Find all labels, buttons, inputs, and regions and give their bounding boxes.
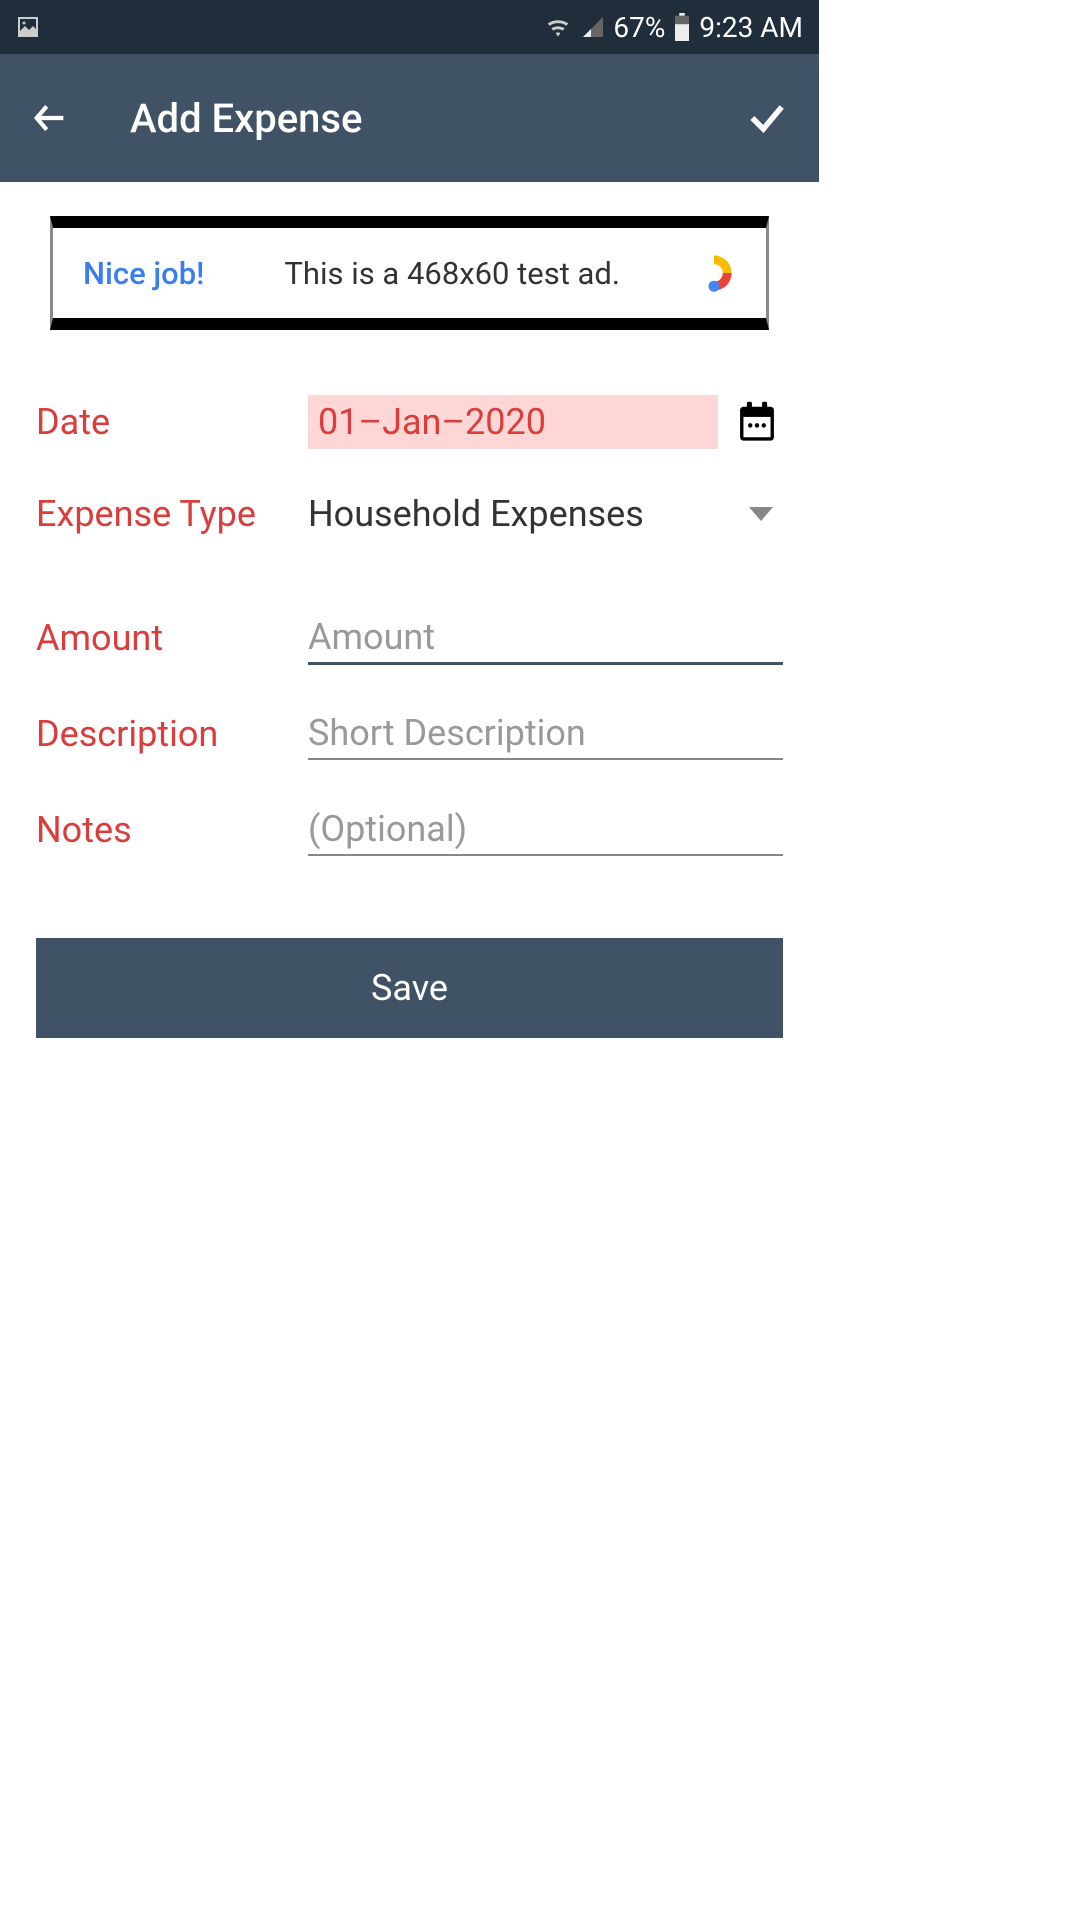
- page-title: Add Expense: [130, 95, 745, 142]
- calendar-icon[interactable]: [736, 400, 778, 444]
- status-left: [16, 15, 40, 39]
- description-input[interactable]: [308, 708, 783, 760]
- battery-icon: [673, 13, 691, 41]
- amount-row: Amount: [36, 606, 783, 670]
- confirm-checkmark-icon[interactable]: [745, 96, 789, 140]
- ad-banner[interactable]: Nice job! This is a 468x60 test ad.: [50, 216, 769, 330]
- gallery-icon: [16, 15, 40, 39]
- expense-type-value: Household Expenses: [308, 493, 749, 535]
- app-bar: Add Expense: [0, 54, 819, 182]
- wifi-icon: [543, 15, 573, 39]
- description-label: Description: [36, 713, 308, 755]
- battery-percent: 67%: [613, 11, 665, 44]
- dropdown-icon: [749, 507, 773, 521]
- date-value[interactable]: 01–Jan–2020: [308, 395, 718, 449]
- date-row: Date 01–Jan–2020: [36, 390, 783, 454]
- status-bar: 67% 9:23 AM: [0, 0, 819, 54]
- clock-time: 9:23 AM: [699, 11, 803, 44]
- save-button[interactable]: Save: [36, 938, 783, 1038]
- status-right: 67% 9:23 AM: [543, 11, 803, 44]
- back-arrow-icon[interactable]: [30, 98, 70, 138]
- notes-label: Notes: [36, 809, 308, 851]
- expense-type-row[interactable]: Expense Type Household Expenses: [36, 482, 783, 546]
- ad-body-text: This is a 468x60 test ad.: [284, 255, 692, 292]
- expense-form: Date 01–Jan–2020 Expense Type Household …: [0, 360, 819, 1038]
- notes-row: Notes: [36, 798, 783, 862]
- signal-icon: [581, 15, 605, 39]
- expense-type-label: Expense Type: [36, 493, 308, 535]
- ad-nice-text: Nice job!: [83, 255, 204, 292]
- amount-input[interactable]: [308, 612, 783, 665]
- admob-logo-icon: [692, 251, 736, 295]
- amount-label: Amount: [36, 617, 308, 659]
- description-row: Description: [36, 702, 783, 766]
- date-label: Date: [36, 401, 308, 443]
- notes-input[interactable]: [308, 804, 783, 856]
